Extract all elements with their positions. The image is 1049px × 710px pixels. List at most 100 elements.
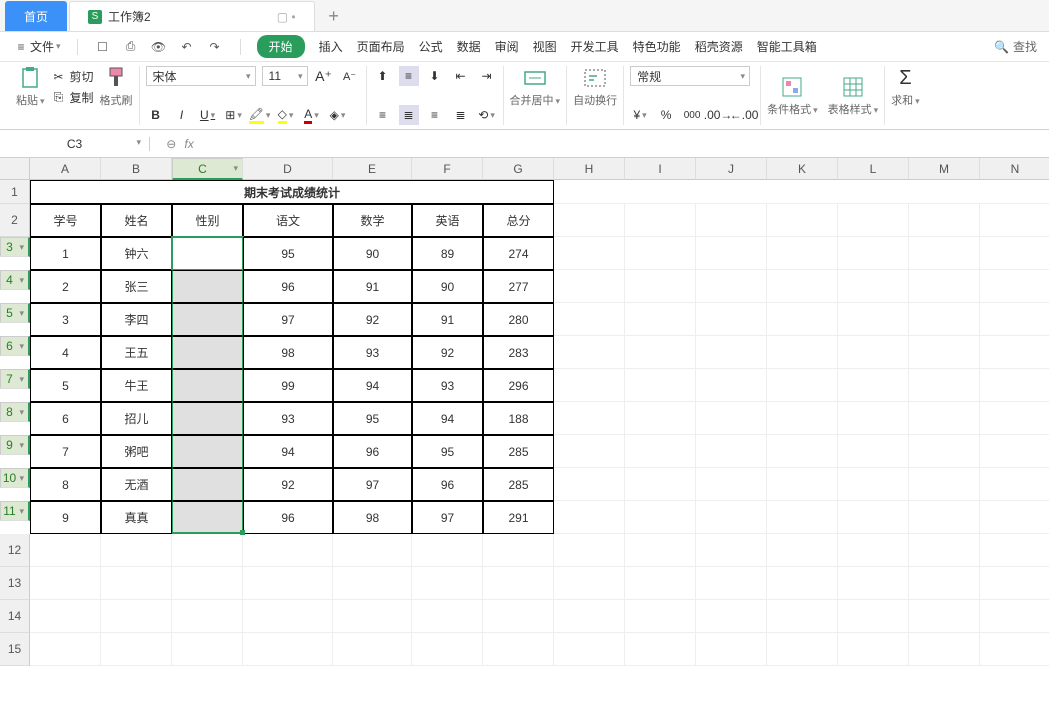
cell[interactable] [554,180,1049,204]
file-menu[interactable]: ≡ 文件 ▾ [12,38,61,56]
row-header[interactable]: 1 [0,180,30,204]
align-right-button[interactable]: ≡ [425,105,445,125]
col-header[interactable]: K [767,158,838,180]
cell[interactable]: 9 [30,501,101,534]
cell[interactable] [625,336,696,369]
cell[interactable] [172,468,243,501]
cell[interactable]: 97 [412,501,483,534]
header-cell[interactable]: 性别 [172,204,243,237]
cell[interactable] [909,534,980,567]
cell[interactable] [172,600,243,633]
active-cell[interactable] [172,237,243,270]
cell[interactable] [696,303,767,336]
cell[interactable] [412,600,483,633]
cell[interactable]: 291 [483,501,554,534]
cell[interactable] [625,600,696,633]
cell[interactable] [838,204,909,237]
cell[interactable]: 王五 [101,336,172,369]
cell[interactable]: 1 [30,237,101,270]
col-header[interactable]: E [333,158,412,180]
cell[interactable]: 91 [412,303,483,336]
menu-formula[interactable]: 公式 [419,38,443,55]
row-header[interactable]: 14 [0,600,30,633]
cell[interactable] [625,270,696,303]
indent-decrease-button[interactable]: ⇤ [451,66,471,86]
row-header[interactable]: 9 [0,435,30,455]
clear-format-button[interactable]: ◈▾ [328,105,348,125]
cell[interactable]: 96 [243,270,333,303]
cell[interactable]: 92 [412,336,483,369]
cell[interactable] [980,501,1049,534]
cell[interactable] [333,567,412,600]
col-header[interactable]: G [483,158,554,180]
cell[interactable]: 2 [30,270,101,303]
cell[interactable] [980,270,1049,303]
cell[interactable]: 6 [30,402,101,435]
cell[interactable]: 95 [333,402,412,435]
cell[interactable] [909,567,980,600]
number-format-select[interactable]: 常规 [630,66,750,86]
cell[interactable]: 96 [243,501,333,534]
cell[interactable] [333,600,412,633]
cell[interactable]: 94 [412,402,483,435]
cell[interactable]: 95 [412,435,483,468]
cell[interactable] [980,303,1049,336]
align-center-button[interactable]: ≣ [399,105,419,125]
cell[interactable] [625,369,696,402]
cell[interactable]: 8 [30,468,101,501]
header-cell[interactable]: 数学 [333,204,412,237]
cell[interactable] [909,336,980,369]
col-header[interactable]: A [30,158,101,180]
cut-button[interactable]: ✂剪切 [51,68,94,85]
menu-dev[interactable]: 开发工具 [571,38,619,55]
cell[interactable] [767,633,838,666]
col-header[interactable]: B [101,158,172,180]
menu-insert[interactable]: 插入 [319,38,343,55]
row-header[interactable]: 3 [0,237,30,257]
cell[interactable] [625,633,696,666]
cell[interactable] [625,501,696,534]
fx-icon[interactable]: fx [184,137,193,151]
cell[interactable] [30,567,101,600]
cell[interactable]: 4 [30,336,101,369]
cell[interactable]: 真真 [101,501,172,534]
paste-button[interactable]: 粘贴▾ [16,66,45,108]
cell[interactable] [909,369,980,402]
cell[interactable] [909,402,980,435]
col-header[interactable]: H [554,158,625,180]
cell[interactable]: 钟六 [101,237,172,270]
cell[interactable] [101,600,172,633]
decrease-decimal-button[interactable]: .00→ [708,105,728,125]
cell[interactable] [554,633,625,666]
cell[interactable] [696,402,767,435]
cell[interactable]: 296 [483,369,554,402]
col-header[interactable]: J [696,158,767,180]
underline-button[interactable]: U▾ [198,105,218,125]
header-cell[interactable]: 学号 [30,204,101,237]
cell[interactable] [483,600,554,633]
cell[interactable] [767,402,838,435]
cell[interactable] [243,600,333,633]
menu-layout[interactable]: 页面布局 [357,38,405,55]
cell[interactable]: 招儿 [101,402,172,435]
cell[interactable] [767,567,838,600]
save-icon[interactable]: ☐ [94,38,112,56]
cell[interactable] [696,369,767,402]
align-bottom-button[interactable]: ⬇ [425,66,445,86]
cell[interactable] [625,534,696,567]
merge-button[interactable]: 合并居中▾ [510,66,561,108]
header-cell[interactable]: 英语 [412,204,483,237]
cell[interactable] [172,534,243,567]
cell[interactable] [980,204,1049,237]
cell[interactable] [483,534,554,567]
cell[interactable] [483,633,554,666]
cell[interactable] [625,402,696,435]
cell[interactable] [554,600,625,633]
copy-button[interactable]: ⎘复制 [51,89,94,106]
font-family-select[interactable]: 宋体 [146,66,256,86]
cell[interactable]: 283 [483,336,554,369]
font-size-select[interactable]: 11 [262,66,308,86]
cell[interactable] [980,336,1049,369]
cell[interactable]: 188 [483,402,554,435]
highlight-button[interactable]: 🖍▾ [250,105,270,125]
